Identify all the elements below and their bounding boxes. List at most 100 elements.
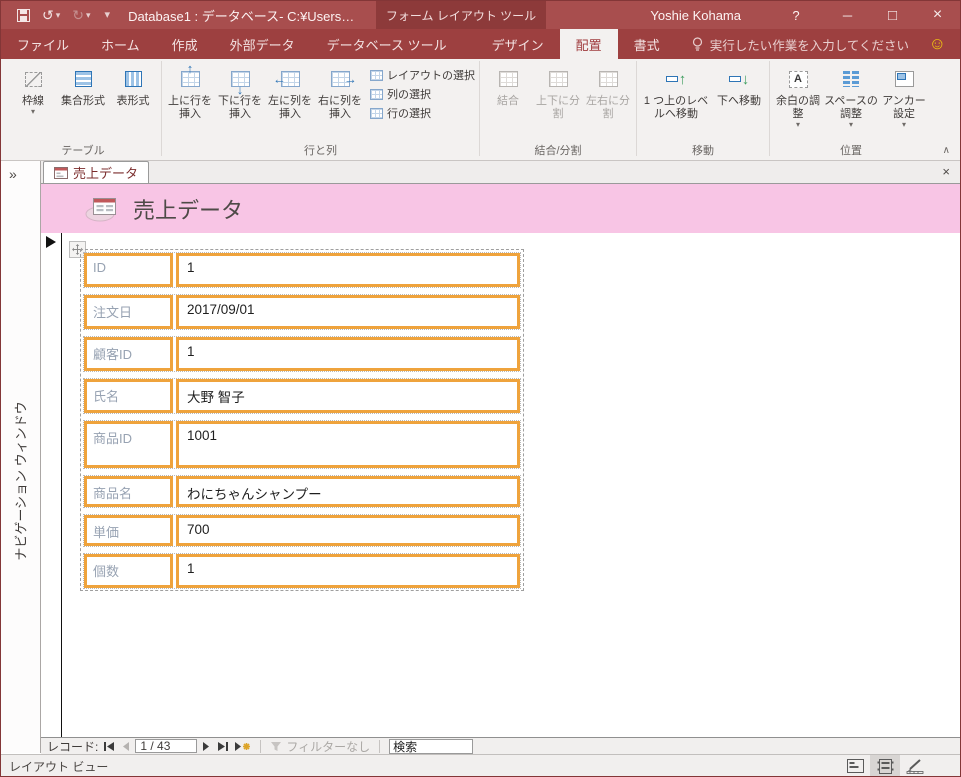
arrow-right-icon: → xyxy=(344,71,357,87)
control-padding-button[interactable]: スペースの調整 ▾ xyxy=(824,63,878,129)
field-row-unit-price: 単価 700 xyxy=(83,514,521,547)
record-search-input[interactable] xyxy=(389,738,474,754)
previous-record-button[interactable] xyxy=(121,741,130,752)
field-value[interactable]: 1 xyxy=(176,554,520,588)
layout-view-button[interactable] xyxy=(870,754,900,776)
tab-format[interactable]: 書式 xyxy=(618,29,676,59)
form-detail-section: ID 1 注文日 2017/09/01 顧客ID 1 氏名 大野 智子 商品ID… xyxy=(41,233,960,737)
help-button[interactable]: ? xyxy=(779,8,813,23)
form-icon xyxy=(54,166,68,179)
redo-button[interactable]: ↻ ▾ xyxy=(72,8,90,22)
group-label-rows-columns: 行と列 xyxy=(304,145,337,157)
close-document-button[interactable]: × xyxy=(942,164,950,179)
field-label[interactable]: 注文日 xyxy=(84,295,173,329)
field-value[interactable]: わにちゃんシャンプー xyxy=(176,476,520,507)
select-column-button[interactable]: 列の選択 xyxy=(370,86,475,102)
last-record-button[interactable] xyxy=(216,741,229,752)
merge-button[interactable]: 結合 xyxy=(484,63,532,108)
select-column-icon xyxy=(370,88,383,100)
insert-column-left-label: 左に列を挿入 xyxy=(268,95,312,120)
expand-nav-pane-button[interactable]: » xyxy=(9,166,17,182)
field-value[interactable]: 1 xyxy=(176,253,520,287)
document-tab-label: 売上データ xyxy=(73,166,139,181)
close-button[interactable]: × xyxy=(915,1,960,29)
select-row-button[interactable]: 行の選択 xyxy=(370,105,475,121)
customize-qat-button[interactable]: ▾ xyxy=(103,9,111,21)
tabular-layout-button[interactable]: 表形式 xyxy=(109,63,157,108)
new-record-button[interactable] xyxy=(234,741,251,752)
insert-row-above-label: 上に行を挿入 xyxy=(168,95,212,120)
field-label[interactable]: 個数 xyxy=(84,554,173,588)
lightbulb-icon xyxy=(692,36,702,51)
separator xyxy=(260,739,262,753)
undo-icon: ↺ xyxy=(42,7,54,23)
insert-column-left-button[interactable]: ← 左に列を挿入 xyxy=(266,63,314,121)
field-value[interactable]: 大野 智子 xyxy=(176,379,520,413)
ribbon-group-position: A 余白の調整 ▾ スペースの調整 ▾ アンカー設定 ▾ 位置 xyxy=(770,59,932,160)
select-layout-button[interactable]: レイアウトの選択 xyxy=(370,67,475,83)
current-record-box[interactable]: 1 / 43 xyxy=(135,739,198,753)
ribbon-group-rows-columns: ↑ 上に行を挿入 ↓ 下に行を挿入 ← 左に列を挿入 → 右に列を挿入 レイアウ… xyxy=(162,59,479,160)
form-title: 売上データ xyxy=(133,197,244,223)
form-view-button[interactable] xyxy=(840,755,870,777)
select-row-label: 行の選択 xyxy=(387,108,431,120)
feedback-smiley-button[interactable]: ☺ xyxy=(929,29,946,59)
insert-column-right-button[interactable]: → 右に列を挿入 xyxy=(316,63,364,121)
field-label[interactable]: 氏名 xyxy=(84,379,173,413)
first-record-button[interactable] xyxy=(103,741,116,752)
anchoring-label: アンカー設定 xyxy=(882,95,926,120)
select-layout-label: レイアウトの選択 xyxy=(387,70,475,82)
control-margins-icon: A xyxy=(788,70,808,88)
field-label[interactable]: 顧客ID xyxy=(84,337,173,371)
tab-file[interactable]: ファイル xyxy=(1,29,85,59)
design-view-button[interactable] xyxy=(900,755,930,777)
collapse-ribbon-button[interactable]: ∧ xyxy=(943,145,950,156)
insert-row-below-button[interactable]: ↓ 下に行を挿入 xyxy=(216,63,264,121)
stacked-layout-button[interactable]: 集合形式 xyxy=(59,63,107,108)
field-label[interactable]: ID xyxy=(84,253,173,287)
tab-create[interactable]: 作成 xyxy=(156,29,214,59)
field-value[interactable]: 2017/09/01 xyxy=(176,295,520,329)
form-view-icon xyxy=(846,759,864,773)
next-record-button[interactable] xyxy=(202,741,211,752)
field-label[interactable]: 単価 xyxy=(84,515,173,546)
chevron-down-icon: ▾ xyxy=(86,9,91,20)
tab-external-data[interactable]: 外部データ xyxy=(214,29,311,59)
move-down-button[interactable]: ↓ 下へ移動 xyxy=(713,63,765,108)
nav-pane-title[interactable]: ナビゲーション ウィンドウ xyxy=(11,401,30,560)
field-value[interactable]: 700 xyxy=(176,515,520,546)
chevron-down-icon: ▾ xyxy=(901,120,906,129)
field-value[interactable]: 1 xyxy=(176,337,520,371)
control-layout-selection[interactable]: ID 1 注文日 2017/09/01 顧客ID 1 氏名 大野 智子 商品ID… xyxy=(80,249,524,591)
split-horizontal-label: 左右に分割 xyxy=(586,95,630,120)
merge-label: 結合 xyxy=(497,95,519,107)
tab-arrange[interactable]: 配置 xyxy=(559,29,618,59)
gridlines-button[interactable]: 枠線 ▾ xyxy=(9,63,57,116)
anchoring-button[interactable]: アンカー設定 ▾ xyxy=(880,63,928,129)
tab-design[interactable]: デザイン xyxy=(476,29,560,59)
save-button[interactable] xyxy=(17,8,30,22)
tell-me-box[interactable]: 実行したい作業を入力してください xyxy=(692,29,909,59)
maximize-button[interactable]: □ xyxy=(870,1,915,29)
field-value[interactable]: 1001 xyxy=(176,421,520,468)
filter-status-button[interactable]: フィルターなし xyxy=(270,738,370,755)
group-label-merge-split: 結合/分割 xyxy=(534,145,582,157)
document-tab-sales-data[interactable]: 売上データ xyxy=(43,161,150,183)
form-header: 売上データ xyxy=(41,184,960,233)
move-down-label: 下へ移動 xyxy=(717,95,761,107)
tab-home[interactable]: ホーム xyxy=(85,29,156,59)
control-margins-button[interactable]: A 余白の調整 ▾ xyxy=(774,63,822,129)
insert-row-above-button[interactable]: ↑ 上に行を挿入 xyxy=(166,62,214,121)
undo-button[interactable]: ↺ ▾ xyxy=(42,8,60,22)
group-label-position: 位置 xyxy=(840,145,862,157)
minimize-button[interactable]: ─ xyxy=(825,1,870,29)
record-selector-bar[interactable] xyxy=(41,233,62,737)
field-label[interactable]: 商品ID xyxy=(84,421,173,468)
split-vertical-button[interactable]: 上下に分割 xyxy=(534,63,582,121)
tab-database-tools[interactable]: データベース ツール xyxy=(311,29,463,59)
split-horizontal-button[interactable]: 左右に分割 xyxy=(584,63,632,121)
field-label[interactable]: 商品名 xyxy=(84,476,173,507)
view-switch-buttons xyxy=(840,754,930,777)
new-record-icon xyxy=(235,741,251,751)
move-up-button[interactable]: ↑ 1 つ上のレベルへ移動 xyxy=(641,63,711,121)
